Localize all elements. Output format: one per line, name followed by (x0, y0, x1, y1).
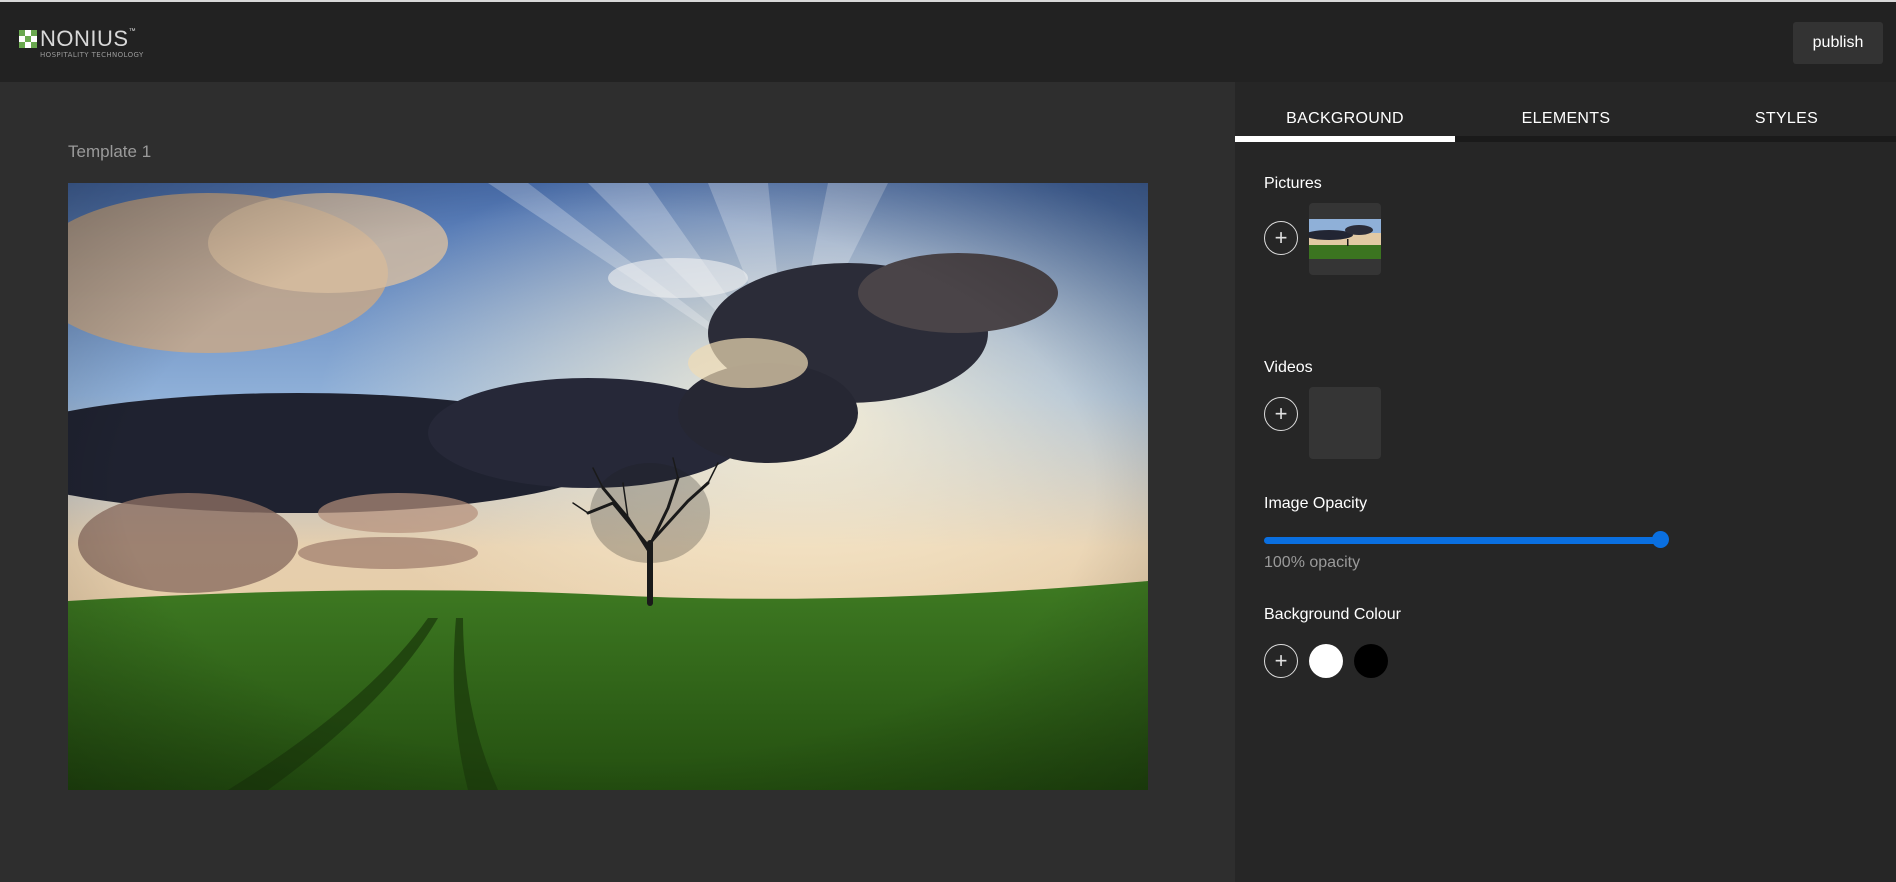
plus-icon: + (1274, 225, 1288, 250)
colour-swatch-white[interactable] (1309, 644, 1343, 678)
add-colour-button[interactable]: + (1264, 644, 1298, 678)
image-opacity-label: Image Opacity (1264, 495, 1368, 512)
canvas-area: Template 1 (0, 82, 1235, 882)
template-title: Template 1 (68, 142, 152, 161)
pictures-label: Pictures (1264, 175, 1322, 192)
app-header: NONIUS™ HOSPITALITY TECHNOLOGY publish (0, 2, 1896, 82)
background-preview[interactable] (68, 183, 1148, 790)
background-colour-label: Background Colour (1264, 606, 1401, 623)
tab-elements[interactable]: ELEMENTS (1455, 110, 1677, 134)
picture-thumbnail[interactable] (1309, 203, 1381, 275)
landscape-preview-image (68, 183, 1148, 790)
opacity-slider[interactable] (1264, 529, 1669, 551)
tab-styles[interactable]: STYLES (1677, 110, 1896, 134)
videos-label: Videos (1264, 359, 1313, 376)
logo-mark-icon (19, 30, 37, 48)
logo-subtitle: HOSPITALITY TECHNOLOGY (40, 51, 144, 59)
logo-trademark: ™ (128, 28, 137, 35)
opacity-readout: 100% opacity (1264, 554, 1361, 571)
plus-icon: + (1274, 401, 1288, 426)
logo-name: NONIUS (40, 26, 129, 51)
tab-background[interactable]: BACKGROUND (1235, 110, 1455, 134)
add-video-button[interactable]: + (1264, 397, 1298, 431)
publish-button[interactable]: publish (1793, 22, 1883, 64)
video-thumbnail-empty[interactable] (1309, 387, 1381, 459)
opacity-slider-knob[interactable] (1652, 531, 1669, 548)
plus-icon: + (1274, 648, 1288, 673)
panel-tabs: BACKGROUND ELEMENTS STYLES (1235, 82, 1896, 142)
add-picture-button[interactable]: + (1264, 221, 1298, 255)
opacity-slider-track[interactable] (1264, 537, 1660, 544)
colour-swatch-black[interactable] (1354, 644, 1388, 678)
properties-panel: BACKGROUND ELEMENTS STYLES Pictures + Vi… (1235, 82, 1896, 882)
nonius-logo: NONIUS™ HOSPITALITY TECHNOLOGY (19, 28, 144, 59)
tab-active-indicator (1235, 136, 1455, 142)
landscape-thumbnail-image (1309, 219, 1381, 259)
